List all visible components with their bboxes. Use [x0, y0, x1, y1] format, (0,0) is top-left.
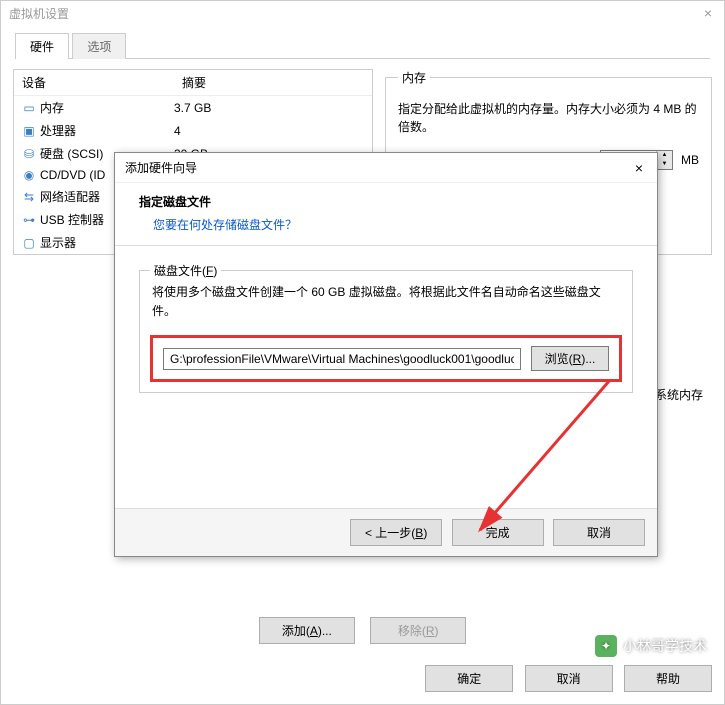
spin-down-icon[interactable]: ▼	[657, 160, 672, 169]
watermark: ✦ 小林哥学技术	[595, 635, 707, 657]
cancel-button[interactable]: 取消	[525, 665, 613, 692]
add-button[interactable]: 添加(A)...	[259, 617, 355, 644]
device-name: USB 控制器	[40, 211, 104, 228]
finish-button[interactable]: 完成	[452, 519, 544, 546]
device-name: CD/DVD (ID	[40, 168, 105, 182]
disk-path-input[interactable]	[163, 348, 521, 370]
device-name: 显示器	[40, 234, 76, 251]
wechat-icon: ✦	[595, 635, 617, 657]
cpu-icon: ▣	[22, 124, 36, 138]
device-name: 内存	[40, 99, 64, 116]
wizard-dialog: 添加硬件向导 × 指定磁盘文件 您要在何处存储磁盘文件？ 磁盘文件(F) 将使用…	[114, 152, 658, 557]
usb-icon: ⊶	[22, 213, 36, 227]
tab-hardware[interactable]: 硬件	[15, 33, 69, 59]
memory-icon: ▭	[22, 101, 36, 115]
col-summary: 摘要	[174, 70, 372, 95]
disk-file-legend: 磁盘文件(F)	[150, 262, 221, 279]
net-icon: ⇆	[22, 190, 36, 204]
close-icon[interactable]: ×	[631, 160, 647, 176]
device-name: 硬盘 (SCSI)	[40, 145, 103, 162]
device-name: 处理器	[40, 122, 76, 139]
col-device: 设备	[14, 70, 174, 95]
display-icon: ▢	[22, 236, 36, 250]
device-row[interactable]: ▣ 处理器 4	[14, 119, 372, 142]
memory-legend: 内存	[398, 69, 430, 86]
wizard-heading: 指定磁盘文件	[139, 193, 633, 210]
wizard-title: 添加硬件向导	[125, 159, 197, 176]
wizard-subheading: 您要在何处存储磁盘文件？	[139, 216, 633, 233]
tab-options[interactable]: 选项	[72, 33, 126, 59]
wizard-cancel-button[interactable]: 取消	[553, 519, 645, 546]
remove-button[interactable]: 移除(R)	[370, 617, 466, 644]
spin-up-icon[interactable]: ▲	[657, 151, 672, 160]
cd-icon: ◉	[22, 168, 36, 182]
window-title: 虚拟机设置	[1, 1, 724, 26]
highlight-box: 浏览(R)...	[150, 335, 622, 382]
help-button[interactable]: 帮助	[624, 665, 712, 692]
device-row[interactable]: ▭ 内存 3.7 GB	[14, 96, 372, 119]
memory-unit: MB	[681, 153, 699, 167]
browse-button[interactable]: 浏览(R)...	[531, 346, 609, 371]
device-name: 网络适配器	[40, 188, 100, 205]
device-summary: 4	[174, 124, 364, 138]
ok-button[interactable]: 确定	[425, 665, 513, 692]
disk-file-desc: 将使用多个磁盘文件创建一个 60 GB 虚拟磁盘。将根据此文件名自动命名这些磁盘…	[152, 283, 622, 321]
disk-icon: ⛁	[22, 147, 36, 161]
close-icon[interactable]: ×	[704, 5, 712, 21]
disk-file-group: 磁盘文件(F) 将使用多个磁盘文件创建一个 60 GB 虚拟磁盘。将根据此文件名…	[139, 262, 633, 393]
back-button[interactable]: < 上一步(B)	[350, 519, 442, 546]
device-summary: 3.7 GB	[174, 101, 364, 115]
memory-desc: 指定分配给此虚拟机的内存量。内存大小必须为 4 MB 的倍数。	[398, 100, 699, 136]
